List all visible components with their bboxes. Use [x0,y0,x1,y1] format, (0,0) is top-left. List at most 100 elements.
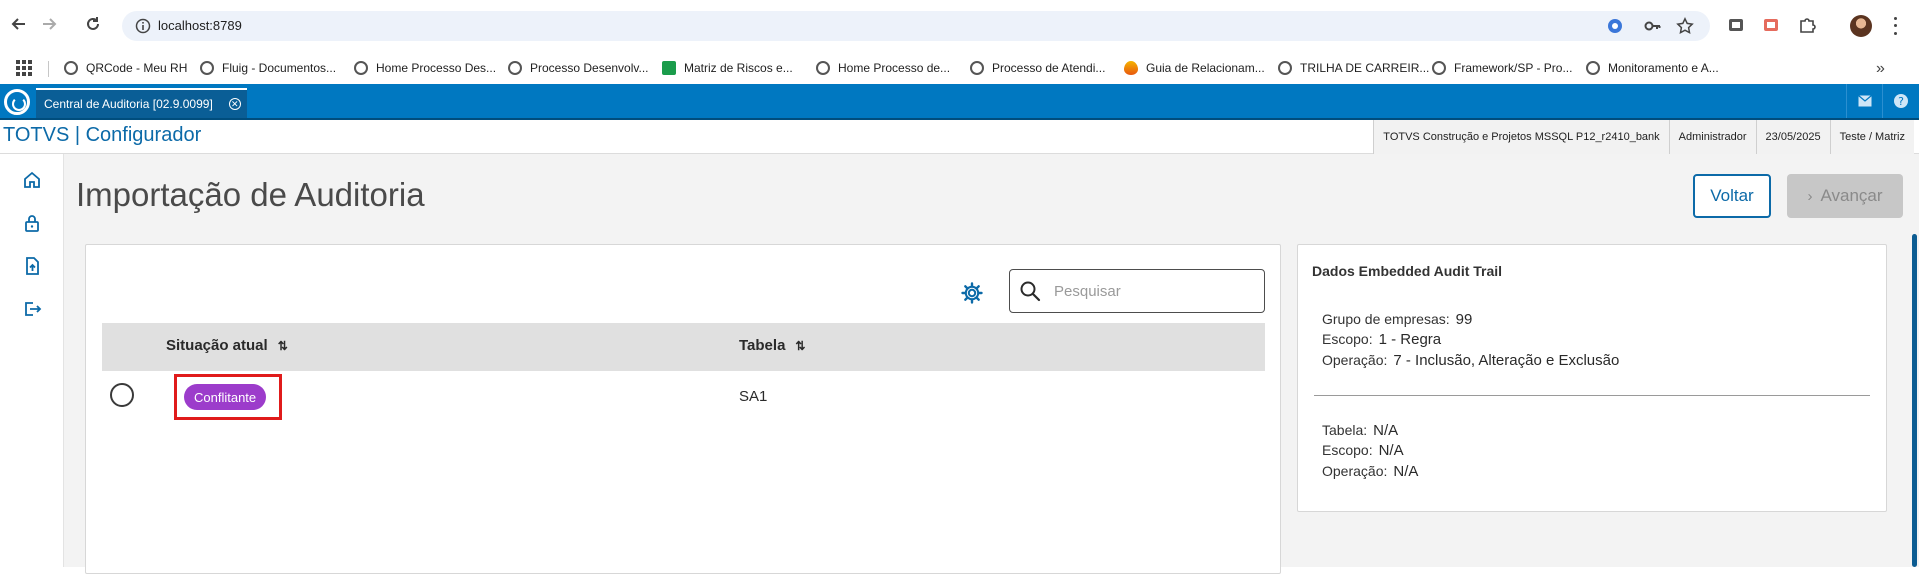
puzzle-icon[interactable] [1797,15,1817,35]
info-label: Operação: [1322,463,1388,479]
app-header: Central de Auditoria [02.9.0099] ✕ ? [0,84,1919,120]
app-name: TOTVS | Configurador [3,124,202,146]
column-label: Tabela [739,337,786,354]
bookmark-label: Framework/SP - Pro... [1454,61,1573,75]
chevron-right-icon: › [1807,187,1813,205]
lock-icon[interactable] [20,211,44,235]
info-value: 7 - Inclusão, Alteração e Exclusão [1393,352,1620,369]
address-bar[interactable]: localhost:8789 [122,11,1710,41]
info-panel-title: Dados Embedded Audit Trail [1312,263,1503,279]
star-icon[interactable] [1676,17,1694,35]
table-cell-tabela: SA1 [739,388,768,405]
sort-icon[interactable]: ⇅ [795,339,805,353]
reload-icon[interactable] [82,13,104,35]
column-header-situacao[interactable]: Situação atual ⇅ [166,337,288,354]
tab-label: Central de Auditoria [02.9.0099] [44,97,213,111]
forward-arrow-icon[interactable] [38,13,60,35]
profile-avatar[interactable] [1850,15,1872,37]
back-arrow-icon[interactable] [8,13,30,35]
info-value: N/A [1378,442,1404,459]
globe-icon [1432,61,1446,75]
table-header: Situação atual ⇅ Tabela ⇅ [102,323,1265,371]
home-icon[interactable] [20,168,44,192]
status-date[interactable]: 23/05/2025 [1755,120,1830,154]
scrollbar-thumb[interactable] [1912,234,1917,567]
bookmark-item[interactable]: Home Processo de... [816,59,950,77]
bookmark-item[interactable]: Processo Desenvolv... [508,59,649,77]
bookmark-item[interactable]: Framework/SP - Pro... [1432,59,1572,77]
info-divider [1314,395,1870,396]
globe-icon [200,61,214,75]
status-user[interactable]: Administrador [1668,120,1756,154]
gear-icon[interactable] [960,281,984,305]
back-button[interactable]: Voltar [1693,174,1771,218]
next-button[interactable]: › Avançar [1787,174,1903,218]
info-value: N/A [1393,463,1419,480]
globe-icon [354,61,368,75]
extension-icon[interactable] [1726,15,1746,35]
svg-text:?: ? [1898,95,1904,108]
sort-icon[interactable]: ⇅ [278,339,288,353]
apps-grid-icon[interactable] [16,60,32,76]
column-label: Situação atual [166,337,268,354]
tab-close-icon[interactable]: ✕ [228,98,241,110]
globe-icon [64,61,78,75]
main-content: Importação de Auditoria Voltar › Avançar… [64,154,1919,574]
audit-table-card: Situação atual ⇅ Tabela ⇅ Conflitante SA… [85,244,1281,574]
url-text[interactable]: localhost:8789 [158,18,242,33]
info-line-escopo-2: Escopo: N/A [1322,442,1404,459]
pdf-extension-icon[interactable] [1761,15,1781,35]
status-environment[interactable]: TOTVS Construção e Projetos MSSQL P12_r2… [1373,120,1669,154]
info-line-escopo: Escopo: 1 - Regra [1322,331,1441,348]
search-input[interactable] [1054,280,1254,302]
globe-icon [970,61,984,75]
bookmark-label: Fluig - Documentos... [222,61,337,75]
bookmark-label: Matriz de Riscos e... [684,61,793,75]
sidebar [0,154,64,567]
bookmark-item[interactable]: TRILHA DE CARREIR... [1278,59,1429,77]
info-label: Operação: [1322,352,1388,368]
translate-icon[interactable] [1606,17,1624,35]
tab-central-auditoria[interactable]: Central de Auditoria [02.9.0099] ✕ [36,88,247,118]
bookmark-item[interactable]: Fluig - Documentos... [200,59,336,77]
audit-info-panel: Dados Embedded Audit Trail Grupo de empr… [1297,244,1887,512]
page-title: Importação de Auditoria [76,176,425,213]
help-icon[interactable]: ? [1882,84,1918,118]
bookmark-item[interactable]: Home Processo Des... [354,59,496,77]
browser-toolbar: localhost:8789 [0,0,1919,52]
info-value: 99 [1455,311,1473,328]
search-field[interactable] [1009,269,1265,313]
globe-icon [816,61,830,75]
globe-icon [1278,61,1292,75]
next-button-label: Avançar [1820,186,1883,205]
bookmark-item[interactable]: QRCode - Meu RH [64,59,187,77]
globe-icon [1586,61,1600,75]
upload-file-icon[interactable] [20,254,44,278]
logout-icon[interactable] [20,297,44,321]
key-icon[interactable] [1644,17,1662,35]
bookmark-item[interactable]: Guia de Relacionam... [1124,59,1265,77]
bookmarks-overflow-icon[interactable]: » [1876,60,1885,78]
bookmarks-bar: QRCode - Meu RH Fluig - Documentos... Ho… [0,52,1919,84]
status-strip: TOTVS Construção e Projetos MSSQL P12_r2… [1373,120,1914,154]
status-branch[interactable]: Teste / Matriz [1829,120,1914,154]
page-scrollbar[interactable] [1910,154,1919,567]
browser-menu-icon[interactable] [1890,15,1900,37]
bookmark-item[interactable]: Matriz de Riscos e... [662,59,793,77]
info-line-tabela: Tabela: N/A [1322,422,1398,439]
table-row[interactable]: Conflitante SA1 [102,371,1265,421]
bookmark-label: Monitoramento e A... [1608,61,1719,75]
column-header-tabela[interactable]: Tabela ⇅ [739,337,805,354]
info-value: 1 - Regra [1378,331,1442,348]
status-badge: Conflitante [184,384,267,410]
search-icon [1019,280,1041,302]
bookmark-label: Home Processo de... [838,61,951,75]
row-select-radio[interactable] [110,383,134,407]
mail-icon[interactable] [1846,84,1882,118]
site-info-icon[interactable] [135,18,151,34]
bookmark-item[interactable]: Monitoramento e A... [1586,59,1719,77]
info-label: Grupo de empresas: [1322,311,1450,327]
totvs-logo-icon[interactable] [4,89,30,115]
info-line-operacao: Operação: 7 - Inclusão, Alteração e Exclu… [1322,352,1619,369]
bookmark-item[interactable]: Processo de Atendi... [970,59,1105,77]
